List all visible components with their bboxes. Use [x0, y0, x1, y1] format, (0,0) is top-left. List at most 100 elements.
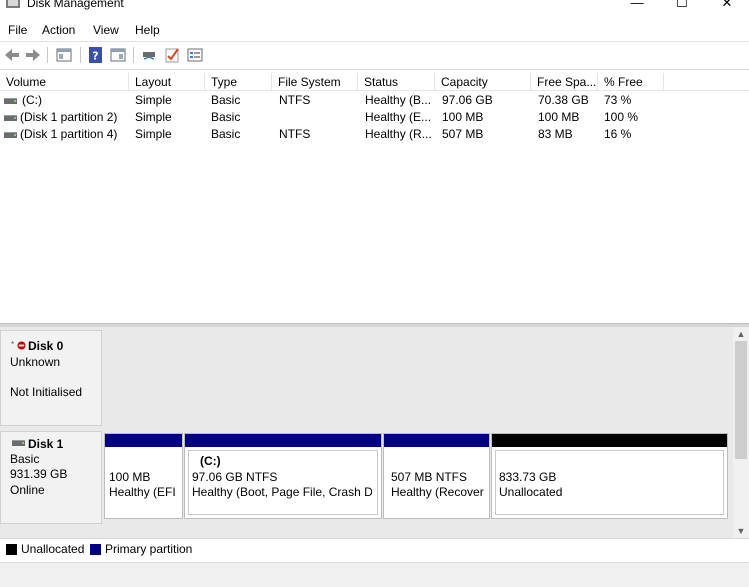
- window-title: Disk Management: [27, 0, 124, 10]
- help-icon[interactable]: ?: [87, 46, 105, 64]
- partition-efi[interactable]: 100 MB Healthy (EFI: [104, 433, 183, 519]
- disk-1-name: Disk 1: [28, 437, 64, 451]
- drive-icon: [4, 132, 17, 138]
- drive-icon: [12, 440, 25, 446]
- list-view-icon[interactable]: [186, 46, 204, 64]
- volume-row[interactable]: (C:) Simple Basic NTFS Healthy (B... 97.…: [0, 92, 749, 109]
- volume-layout: Simple: [135, 110, 172, 124]
- disk-0-space: [104, 330, 733, 426]
- partition-title: (C:): [200, 454, 221, 468]
- toolbar-bottom-border: [0, 69, 749, 70]
- back-arrow-icon[interactable]: [3, 46, 21, 64]
- volume-percent-free: 73 %: [604, 93, 632, 107]
- partition-c[interactable]: (C:) 97.06 GB NTFS Healthy (Boot, Page F…: [184, 433, 382, 519]
- scrollbar-thumb[interactable]: [735, 341, 747, 459]
- disk-1-size: 931.39 GB: [10, 467, 68, 481]
- menu-divider: [0, 41, 749, 42]
- legend-primary-swatch: [90, 544, 101, 555]
- disk-0-type: Unknown: [10, 355, 61, 369]
- volume-name: (C:): [22, 93, 42, 107]
- menu-bar: File Action View Help: [0, 20, 749, 40]
- partition-status: Healthy (Recover: [391, 485, 484, 499]
- partition-bar: [185, 434, 381, 447]
- volume-list: Volume Layout Type File System Status Ca…: [0, 73, 749, 323]
- partition-size: 507 MB NTFS: [391, 470, 468, 484]
- partition-recovery[interactable]: 507 MB NTFS Healthy (Recover: [383, 433, 490, 519]
- forward-arrow-icon[interactable]: [24, 46, 42, 64]
- toolbar: ?: [0, 43, 749, 67]
- volume-type: Basic: [211, 93, 241, 107]
- column-status[interactable]: Status: [358, 73, 435, 90]
- volume-layout: Simple: [135, 93, 172, 107]
- legend: Unallocated Primary partition: [0, 538, 749, 561]
- disk-1-type: Basic: [10, 452, 40, 466]
- volume-status: Healthy (R...: [365, 127, 432, 141]
- menu-view[interactable]: View: [93, 23, 119, 37]
- legend-unallocated-swatch: [6, 544, 17, 555]
- volume-capacity: 97.06 GB: [442, 93, 493, 107]
- volume-percent-free: 16 %: [604, 127, 632, 141]
- partition-size: 833.73 GB: [499, 470, 557, 484]
- volume-status: Healthy (E...: [365, 110, 432, 124]
- column-file-system[interactable]: File System: [272, 73, 358, 90]
- volume-free-space: 70.38 GB: [538, 93, 589, 107]
- volume-type: Basic: [211, 110, 241, 124]
- vertical-scrollbar[interactable]: ▲ ▼: [733, 327, 749, 538]
- status-bar: [0, 562, 749, 587]
- partition-status: Healthy (EFI: [109, 485, 176, 499]
- volume-list-header: Volume Layout Type File System Status Ca…: [0, 73, 749, 91]
- partition-bar: [384, 434, 489, 447]
- disk-0-name: Disk 0: [28, 339, 64, 353]
- volume-file-system: NTFS: [279, 127, 311, 141]
- column-volume[interactable]: Volume: [0, 73, 129, 90]
- disk-0-info[interactable]: * Disk 0 Unknown Not Initialised: [0, 330, 102, 426]
- minimize-button[interactable]: —: [622, 0, 652, 14]
- volume-type: Basic: [211, 127, 241, 141]
- svg-text:?: ?: [92, 50, 98, 63]
- partition-status: Unallocated: [499, 485, 563, 499]
- volume-row[interactable]: (Disk 1 partition 4) Simple Basic NTFS H…: [0, 126, 749, 143]
- column-capacity[interactable]: Capacity: [435, 73, 531, 90]
- legend-unallocated-label: Unallocated: [21, 542, 85, 556]
- drive-icon: [4, 98, 17, 104]
- partition-bar: [492, 434, 727, 447]
- volume-layout: Simple: [135, 127, 172, 141]
- title-bar: Disk Management — ☐ ✕: [0, 0, 749, 17]
- volume-percent-free: 100 %: [604, 110, 639, 124]
- column-layout[interactable]: Layout: [129, 73, 205, 90]
- scroll-down-icon[interactable]: ▼: [733, 524, 749, 538]
- console-tree-icon[interactable]: [109, 46, 127, 64]
- column-percent-free[interactable]: % Free: [598, 73, 664, 90]
- column-free-space[interactable]: Free Spa...: [531, 73, 598, 90]
- properties-pane-icon[interactable]: [55, 46, 73, 64]
- partition-status: Healthy (Boot, Page File, Crash Dur: [192, 485, 372, 499]
- drive-icon: [4, 115, 17, 121]
- toolbar-divider: [80, 47, 81, 63]
- column-type[interactable]: Type: [205, 73, 272, 90]
- connect-drive-icon[interactable]: [140, 46, 158, 64]
- menu-file[interactable]: File: [8, 23, 27, 37]
- volume-name: (Disk 1 partition 4): [20, 127, 118, 141]
- check-icon[interactable]: [163, 46, 181, 64]
- partition-bar: [105, 434, 182, 447]
- close-button[interactable]: ✕: [712, 0, 742, 14]
- partition-size: 97.06 GB NTFS: [192, 470, 278, 484]
- toolbar-divider: [133, 47, 134, 63]
- menu-help[interactable]: Help: [135, 23, 160, 37]
- partition-size: 100 MB: [109, 470, 151, 484]
- disk-management-icon: [6, 0, 20, 8]
- disk-1-info[interactable]: Disk 1 Basic 931.39 GB Online: [0, 431, 102, 524]
- scroll-up-icon[interactable]: ▲: [733, 327, 749, 341]
- disk-1-state: Online: [10, 483, 45, 497]
- volume-name: (Disk 1 partition 2): [20, 110, 118, 124]
- volume-free-space: 83 MB: [538, 127, 573, 141]
- maximize-button[interactable]: ☐: [667, 0, 697, 14]
- partition-unallocated[interactable]: 833.73 GB Unallocated: [491, 433, 728, 519]
- disk-graphical-pane: * Disk 0 Unknown Not Initialised Disk 1 …: [0, 327, 733, 538]
- volume-free-space: 100 MB: [538, 110, 580, 124]
- menu-action[interactable]: Action: [42, 23, 75, 37]
- volume-status: Healthy (B...: [365, 93, 432, 107]
- volume-row[interactable]: (Disk 1 partition 2) Simple Basic Health…: [0, 109, 749, 126]
- volume-file-system: NTFS: [279, 93, 311, 107]
- disk-0-state: Not Initialised: [10, 385, 83, 399]
